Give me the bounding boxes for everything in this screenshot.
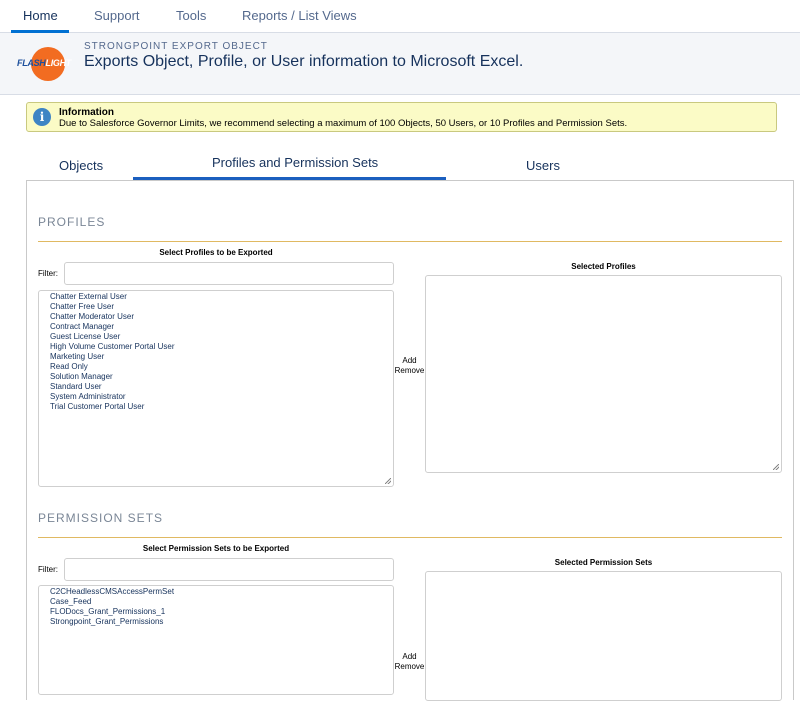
permsets-filter-input[interactable]	[64, 558, 394, 581]
page-eyebrow: STRONGPOINT EXPORT OBJECT	[84, 41, 268, 52]
permsets-selected-label: Selected Permission Sets	[554, 558, 653, 567]
list-item[interactable]: System Administrator	[39, 392, 393, 402]
list-item[interactable]: FLODocs_Grant_Permissions_1	[39, 607, 393, 617]
profiles-remove-button[interactable]: Remove	[394, 366, 425, 376]
resize-grip-icon[interactable]	[385, 478, 391, 484]
permsets-section-title: PERMISSION SETS	[38, 511, 164, 525]
tab-objects[interactable]: Objects	[59, 158, 103, 173]
profiles-divider	[38, 241, 782, 242]
tab-profiles-and-permission-sets[interactable]: Profiles and Permission Sets	[212, 155, 378, 170]
list-item[interactable]: Case_Feed	[39, 597, 393, 607]
list-item[interactable]: Strongpoint_Grant_Permissions	[39, 617, 393, 627]
profiles-selected-label: Selected Profiles	[571, 262, 636, 271]
profiles-filter-label: Filter:	[38, 269, 58, 278]
list-item[interactable]: Solution Manager	[39, 372, 393, 382]
permsets-remove-button[interactable]: Remove	[394, 662, 425, 672]
flashlight-logo: FLASHLIGHT	[15, 47, 71, 81]
nav-reports-list-views[interactable]: Reports / List Views	[242, 8, 357, 23]
tab-users[interactable]: Users	[526, 158, 560, 173]
list-item[interactable]: Chatter Moderator User	[39, 312, 393, 322]
profiles-available-label: Select Profiles to be Exported	[159, 248, 273, 257]
list-item[interactable]: Read Only	[39, 362, 393, 372]
nav-home[interactable]: Home	[23, 8, 58, 23]
list-item[interactable]: Marketing User	[39, 352, 393, 362]
resize-grip-icon[interactable]	[773, 464, 779, 470]
permsets-mover: Add Remove	[394, 652, 425, 672]
permsets-available-list[interactable]: C2CHeadlessCMSAccessPermSet Case_Feed FL…	[38, 585, 394, 695]
list-item[interactable]: Trial Customer Portal User	[39, 402, 393, 412]
profiles-add-button[interactable]: Add	[394, 356, 425, 366]
nav-tools[interactable]: Tools	[176, 8, 206, 23]
page-title: Exports Object, Profile, or User informa…	[84, 53, 524, 70]
permsets-divider	[38, 537, 782, 538]
permsets-filter-label: Filter:	[38, 565, 58, 574]
permsets-available-label: Select Permission Sets to be Exported	[142, 544, 290, 553]
profiles-selected-list[interactable]	[425, 275, 782, 473]
info-icon: i	[33, 108, 51, 126]
list-item[interactable]: High Volume Customer Portal User	[39, 342, 393, 352]
info-text: Due to Salesforce Governor Limits, we re…	[59, 118, 628, 129]
list-item[interactable]: Chatter External User	[39, 292, 393, 302]
top-nav: Home Support Tools Reports / List Views	[0, 0, 800, 33]
list-item[interactable]: Chatter Free User	[39, 302, 393, 312]
profiles-mover: Add Remove	[394, 356, 425, 376]
page-header: FLASHLIGHT STRONGPOINT EXPORT OBJECT Exp…	[0, 33, 800, 95]
profiles-filter-input[interactable]	[64, 262, 394, 285]
permsets-selected-list[interactable]	[425, 571, 782, 701]
info-banner: i Information Due to Salesforce Governor…	[26, 102, 777, 132]
list-item[interactable]: Guest License User	[39, 332, 393, 342]
list-item[interactable]: Contract Manager	[39, 322, 393, 332]
list-item[interactable]: Standard User	[39, 382, 393, 392]
profiles-section-title: PROFILES	[38, 215, 106, 229]
info-title: Information	[59, 107, 114, 118]
permsets-add-button[interactable]: Add	[394, 652, 425, 662]
logo-wordmark: FLASHLIGHT	[17, 58, 71, 68]
list-item[interactable]: C2CHeadlessCMSAccessPermSet	[39, 587, 393, 597]
profiles-available-list[interactable]: Chatter External User Chatter Free User …	[38, 290, 394, 487]
nav-support[interactable]: Support	[94, 8, 140, 23]
